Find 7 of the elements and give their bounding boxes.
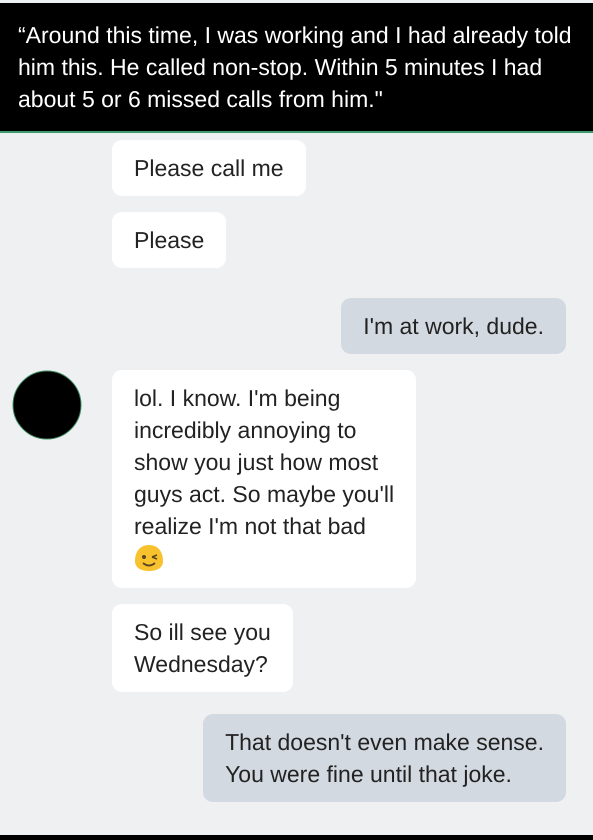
caption-text: “Around this time, I was working and I had already told him this. He called non-stop. Within 5 minutes I had about 5 or 6 missed calls from him." [18,21,573,114]
message-text: lol. I know. I'm being incredibly annoying to show you just how most guys act. So maybe you'll realize I'm not that bad [134,384,394,541]
message-text: I'm at work, dude. [363,312,544,341]
message-text: Please call me [134,154,284,183]
message-text: Please [134,226,204,255]
message-text: So ill see you Wednesday? [134,618,271,679]
message-text: That doesn't even make sense. You were fine until that joke. [225,728,544,789]
